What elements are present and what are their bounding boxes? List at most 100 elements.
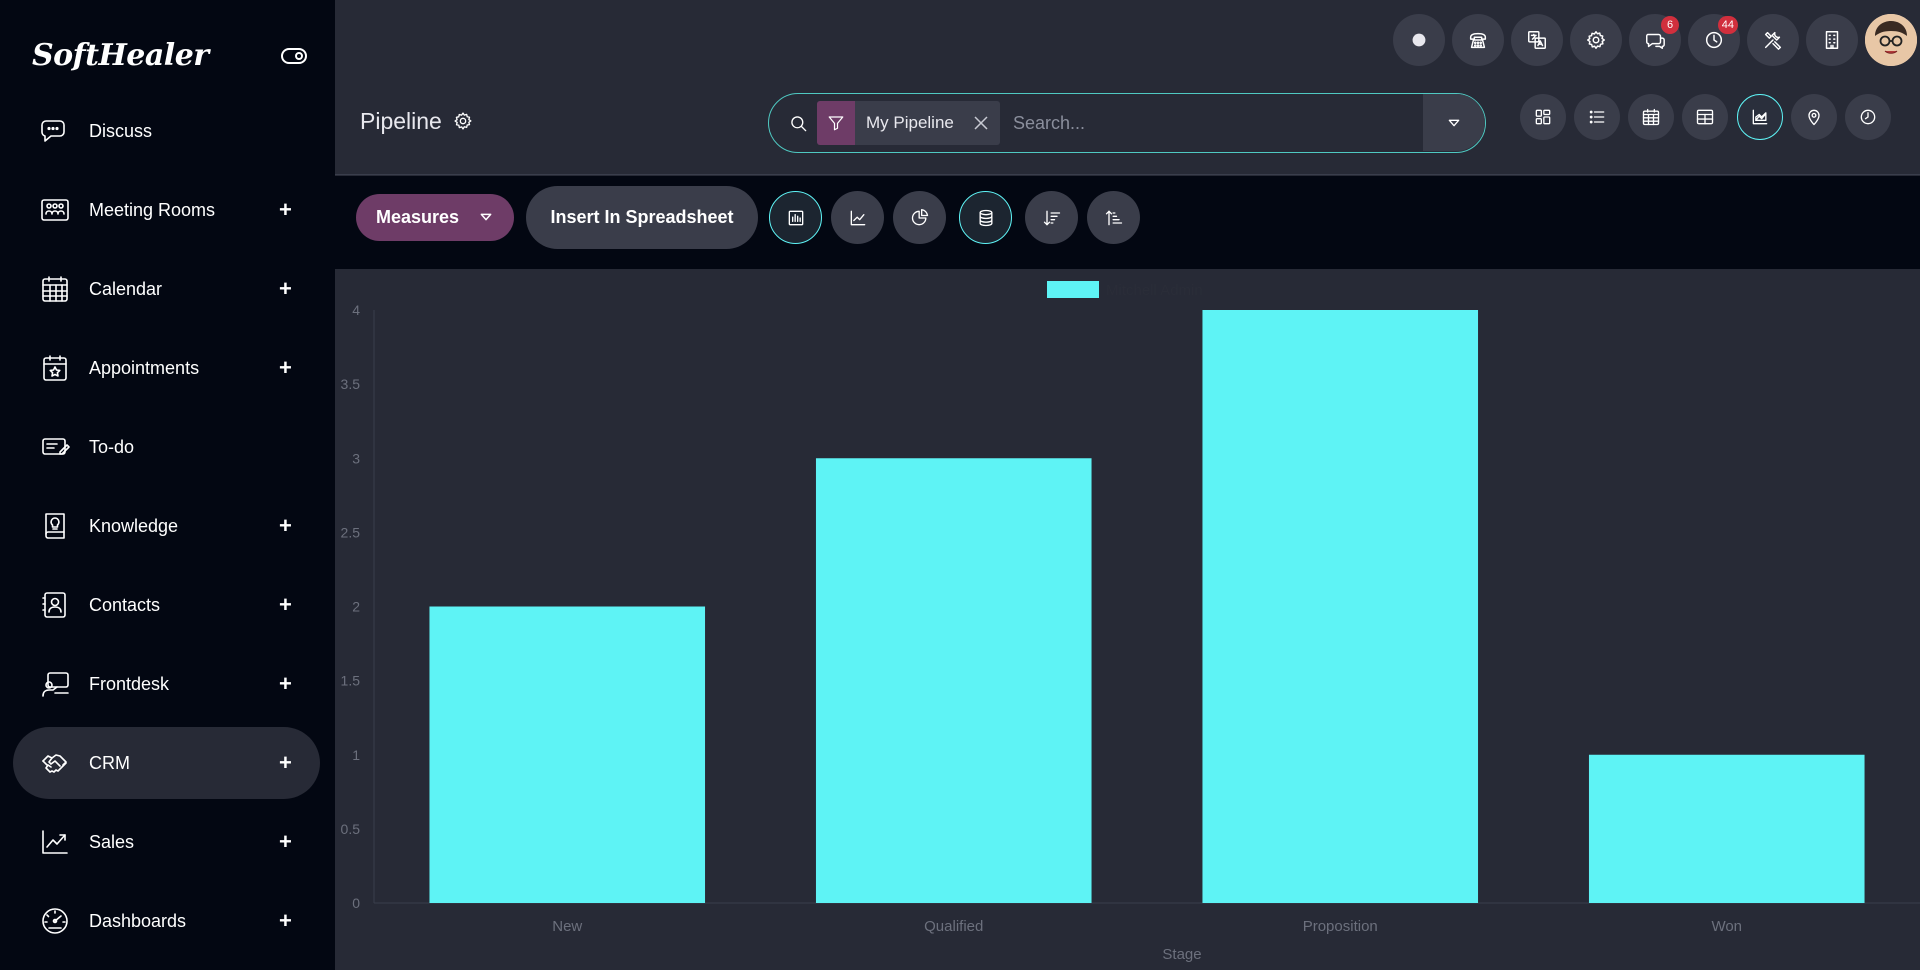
appointment-icon	[43, 355, 67, 381]
messages-button[interactable]: 6	[1629, 14, 1681, 66]
legend-label[interactable]: Mitchell Admin	[1106, 282, 1203, 299]
sidebar-item-crm[interactable]: CRM +	[13, 727, 320, 799]
line-chart-icon	[850, 210, 865, 225]
sort-descending-button[interactable]	[1025, 191, 1078, 244]
toolbar: Measures Insert In Spreadsheet	[335, 176, 1920, 269]
sidebar-item-label: CRM	[89, 752, 130, 773]
plus-icon[interactable]: +	[279, 199, 292, 221]
measures-button[interactable]: Measures	[356, 194, 514, 241]
kanban-view-button[interactable]	[1520, 94, 1566, 140]
sidebar-item-label: Calendar	[89, 278, 163, 299]
bar-chart-button[interactable]	[769, 191, 822, 244]
calendar-view-button[interactable]	[1628, 94, 1674, 140]
pie-chart-button[interactable]	[893, 191, 946, 244]
gear-button[interactable]	[1570, 14, 1622, 66]
plus-icon[interactable]: +	[279, 831, 292, 853]
sidebar-item-calendar[interactable]: Calendar +	[13, 253, 320, 325]
sidebar-item-discuss[interactable]: Discuss	[13, 95, 320, 167]
contact-card-icon	[42, 592, 66, 618]
x-tick-label: New	[552, 918, 582, 935]
bar-qualified[interactable]	[815, 458, 1092, 903]
filter-icon	[817, 101, 855, 145]
plus-icon[interactable]: +	[279, 673, 292, 695]
search-icon[interactable]	[789, 114, 809, 134]
sidebar: SoftHealer Discuss Meeting Rooms + Calendar…	[0, 0, 335, 970]
messages-icon	[1646, 33, 1665, 49]
sidebar-item-label: Frontdesk	[89, 673, 170, 694]
insert-in-spreadsheet-button[interactable]: Insert In Spreadsheet	[526, 186, 758, 249]
list-view-button[interactable]	[1574, 94, 1620, 140]
legend-swatch[interactable]	[1047, 281, 1099, 298]
y-tick-label: 4	[352, 302, 360, 318]
todo-icon	[42, 438, 70, 455]
sidebar-item-appointments[interactable]: Appointments +	[13, 332, 320, 404]
plus-icon[interactable]: +	[279, 515, 292, 537]
gauge-icon	[42, 908, 68, 934]
close-icon[interactable]	[972, 114, 990, 132]
sidebar-item-meeting-rooms[interactable]: Meeting Rooms +	[13, 174, 320, 246]
sidebar-item-label: To-do	[89, 436, 135, 457]
map-view-button[interactable]	[1791, 94, 1837, 140]
x-tick-label: Won	[1711, 918, 1742, 935]
translate-icon	[1528, 31, 1546, 49]
plus-icon[interactable]: +	[279, 357, 292, 379]
y-tick-label: 0.5	[341, 821, 361, 837]
pivot-view-button[interactable]	[1682, 94, 1728, 140]
phone-button[interactable]	[1452, 14, 1504, 66]
sidebar-item-contacts[interactable]: Contacts +	[13, 569, 320, 641]
list-view-icon	[1589, 110, 1605, 124]
bar-won[interactable]	[1588, 754, 1865, 903]
sidebar-item-label: Sales	[89, 831, 135, 852]
status-dot-icon	[1412, 33, 1426, 47]
plus-icon[interactable]: +	[279, 910, 292, 932]
user-avatar-button[interactable]	[1865, 14, 1917, 66]
stacked-database-button[interactable]	[959, 191, 1012, 244]
y-tick-label: 3.5	[341, 376, 361, 392]
search-options-toggle[interactable]	[1423, 94, 1485, 151]
search-input[interactable]	[1013, 109, 1393, 137]
sidebar-item-label: Meeting Rooms	[89, 199, 216, 220]
sidebar-item-label: Appointments	[89, 357, 200, 378]
knowledge-book-icon	[45, 513, 65, 539]
sidebar-item-to-do[interactable]: To-do	[13, 411, 320, 483]
graph-view-icon	[1752, 109, 1768, 125]
y-tick-label: 2.5	[341, 524, 361, 540]
plus-icon[interactable]: +	[279, 278, 292, 300]
control-panel: 6 44 Pipeline My Pipeline	[335, 0, 1920, 175]
sort-ascending-button[interactable]	[1087, 191, 1140, 244]
translate-button[interactable]	[1511, 14, 1563, 66]
activity-view-icon	[1860, 109, 1876, 125]
sort-descending-icon	[1043, 210, 1060, 225]
plus-icon[interactable]: +	[279, 752, 292, 774]
meeting-room-icon	[41, 199, 69, 221]
sidebar-toggle-icon[interactable]	[281, 48, 307, 64]
line-chart-button[interactable]	[831, 191, 884, 244]
y-tick-label: 1	[352, 747, 360, 763]
sidebar-item-frontdesk[interactable]: Frontdesk +	[13, 648, 320, 720]
gear-icon[interactable]	[453, 111, 473, 131]
handshake-icon	[42, 754, 67, 773]
activity-clock-button[interactable]: 44	[1688, 14, 1740, 66]
search-bar: My Pipeline	[768, 93, 1486, 153]
y-tick-label: 1.5	[341, 673, 361, 689]
sidebar-item-label: Discuss	[89, 120, 153, 141]
tools-icon	[1764, 31, 1782, 50]
sidebar-item-sales[interactable]: Sales +	[13, 806, 320, 878]
status-dot-button[interactable]	[1393, 14, 1445, 66]
page-title[interactable]: Pipeline	[360, 108, 442, 135]
bar-proposition[interactable]	[1202, 310, 1479, 903]
company-building-button[interactable]	[1806, 14, 1858, 66]
plus-icon[interactable]: +	[279, 594, 292, 616]
measures-label: Measures	[376, 207, 460, 227]
bar-new[interactable]	[429, 606, 706, 904]
graph-view-button[interactable]	[1737, 94, 1783, 140]
sidebar-item-knowledge[interactable]: Knowledge +	[13, 490, 320, 562]
tools-button[interactable]	[1747, 14, 1799, 66]
sidebar-item-dashboards[interactable]: Dashboards +	[13, 885, 320, 957]
calendar-icon	[42, 276, 68, 302]
activity-view-button[interactable]	[1845, 94, 1891, 140]
notification-badge: 6	[1661, 16, 1679, 34]
brand-logo[interactable]: SoftHealer	[32, 38, 209, 73]
caret-down-icon	[1448, 119, 1460, 126]
search-facet[interactable]: My Pipeline	[817, 101, 1000, 145]
